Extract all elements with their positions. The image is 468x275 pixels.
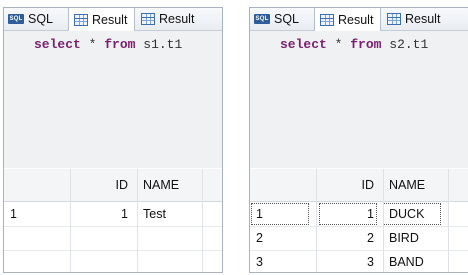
tab-label: Result (159, 12, 195, 26)
column-header-name[interactable]: NAME (136, 169, 196, 201)
row-number: 2 (256, 231, 263, 245)
tab-result[interactable]: Result (387, 8, 440, 30)
row-divider (250, 250, 468, 251)
sql-table: s1.t1 (143, 37, 183, 52)
column-header-row[interactable] (4, 169, 64, 201)
sql-statement: select * from s2.t1 (280, 37, 428, 52)
sql-keyword-select: select (34, 37, 81, 52)
tab-label: SQL (274, 12, 300, 26)
tab-bar: SQL SQL Result Result (250, 8, 468, 31)
grid-icon (387, 13, 401, 25)
column-header-id[interactable]: ID (72, 169, 132, 201)
cell-id[interactable]: 3 (318, 250, 378, 272)
sql-keyword-select: select (280, 37, 327, 52)
sql-keyword-from: from (104, 37, 136, 52)
grid-icon (74, 13, 88, 26)
grid-icon (141, 13, 155, 25)
column-header-row[interactable] (250, 169, 310, 201)
column-divider (137, 169, 138, 272)
row-number: 1 (250, 202, 310, 226)
row-divider (4, 226, 222, 227)
row-number: 3 (256, 255, 263, 269)
sql-star: * (88, 37, 97, 52)
column-header-name[interactable]: NAME (382, 169, 442, 201)
cell-name[interactable]: DUCK (382, 202, 442, 226)
query-panel-right: SQL SQL Result Result select * from s2.t… (249, 7, 468, 273)
query-panel-left: SQL SQL Result Result select * from s1.t… (3, 7, 223, 273)
table-row[interactable]: 1 1 Test (4, 202, 222, 226)
tab-label: Result (92, 12, 128, 27)
sql-star: * (334, 37, 343, 52)
column-divider (70, 169, 71, 272)
table-row[interactable]: 1 1 DUCK (250, 202, 468, 226)
column-divider (448, 169, 449, 272)
grid-header: ID NAME (250, 169, 468, 202)
cell-name[interactable]: Test (136, 202, 196, 226)
cell-name[interactable]: BIRD (382, 226, 442, 250)
tab-label: SQL (28, 12, 54, 26)
sql-editor[interactable]: select * from s1.t1 (4, 31, 222, 168)
result-grid: ID NAME 1 1 Test (4, 169, 222, 272)
tab-label: Result (405, 12, 441, 26)
cell-name[interactable]: BAND (382, 250, 442, 272)
tab-result-active[interactable]: Result (314, 8, 381, 31)
sql-icon: SQL (254, 14, 270, 24)
row-number: 1 (10, 207, 17, 221)
sql-keyword-from: from (350, 37, 382, 52)
sql-table: s2.t1 (389, 37, 429, 52)
tab-result-active[interactable]: Result (68, 8, 135, 31)
tab-sql[interactable]: SQL SQL (8, 8, 53, 30)
sql-icon: SQL (8, 14, 24, 24)
table-row[interactable]: 3 3 BAND (250, 250, 468, 272)
column-header-id[interactable]: ID (318, 169, 378, 201)
cell-id[interactable]: 1 (318, 202, 378, 226)
sql-editor[interactable]: select * from s2.t1 (250, 31, 468, 168)
tab-result[interactable]: Result (141, 8, 194, 30)
tab-label: Result (338, 12, 374, 27)
tab-sql[interactable]: SQL SQL (254, 8, 299, 30)
table-row[interactable]: 2 2 BIRD (250, 226, 468, 250)
row-divider (4, 250, 222, 251)
column-divider (202, 169, 203, 272)
grid-icon (320, 13, 334, 26)
column-divider (383, 169, 384, 272)
tab-bar: SQL SQL Result Result (4, 8, 222, 31)
sql-statement: select * from s1.t1 (34, 37, 182, 52)
column-divider (316, 169, 317, 272)
cell-id[interactable]: 1 (72, 202, 132, 226)
row-divider (250, 226, 468, 227)
cell-id[interactable]: 2 (318, 226, 378, 250)
grid-header: ID NAME (4, 169, 222, 202)
result-grid: ID NAME 1 1 DUCK 2 2 BIRD 3 3 BAND (250, 169, 468, 272)
